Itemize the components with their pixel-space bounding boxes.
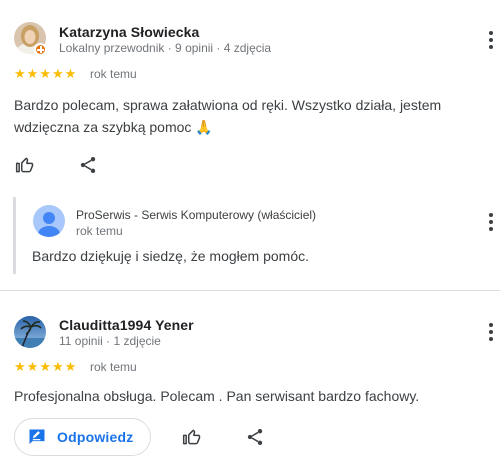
thumb-up-icon[interactable]: [13, 153, 37, 177]
avatar-clauditta[interactable]: [14, 316, 46, 348]
owner-reply-author: ProSerwis - Serwis Komputerowy (właścici…: [76, 208, 317, 222]
star-icon: ★: [64, 66, 77, 81]
star-icon: ★: [26, 66, 39, 81]
share-icon[interactable]: [243, 425, 267, 449]
star-icon: ★: [39, 66, 51, 81]
thumb-up-icon[interactable]: [180, 425, 204, 449]
reply-button-label: Odpowiedz: [57, 429, 134, 445]
reply-icon: [29, 429, 45, 445]
owner-avatar: [33, 205, 65, 237]
local-guide-badge-icon: [34, 43, 47, 56]
review-divider: [0, 290, 500, 291]
review-text: Profesjonalna obsługa. Polecam . Pan ser…: [14, 388, 420, 404]
star-icon: ★: [14, 359, 26, 374]
star-icon: ★: [14, 66, 26, 81]
star-icon: ★: [51, 359, 64, 374]
review-author-meta: Lokalny przewodnik · 9 opinii · 4 zdjęci…: [59, 41, 272, 55]
owner-reply-text: Bardzo dziękuję i siedzę, że mogłem pomó…: [32, 248, 310, 264]
star-icon: ★: [26, 359, 39, 374]
more-vert-icon[interactable]: [488, 31, 494, 49]
person-icon: [38, 212, 60, 237]
more-vert-icon[interactable]: [488, 213, 494, 231]
review-author-name[interactable]: Clauditta1994 Yener: [59, 317, 194, 333]
star-icon: ★: [64, 359, 77, 374]
star-rating: ★ ★ ★ ★ ★: [14, 67, 76, 80]
review-author-meta: 11 opinii · 1 zdjęcie: [59, 334, 161, 348]
reply-button[interactable]: Odpowiedz: [14, 418, 151, 456]
share-icon[interactable]: [76, 153, 100, 177]
review-time: rok temu: [90, 67, 137, 81]
review-time: rok temu: [90, 360, 137, 374]
star-icon: ★: [39, 359, 51, 374]
star-icon: ★: [51, 66, 64, 81]
review-author-name[interactable]: Katarzyna Słowiecka: [59, 24, 199, 40]
owner-reply-bar: [13, 197, 16, 274]
more-vert-icon[interactable]: [488, 323, 494, 341]
owner-reply-time: rok temu: [76, 224, 123, 238]
review-text: Bardzo polecam, sprawa załatwiona od ręk…: [14, 97, 442, 135]
star-rating: ★ ★ ★ ★ ★: [14, 360, 76, 373]
